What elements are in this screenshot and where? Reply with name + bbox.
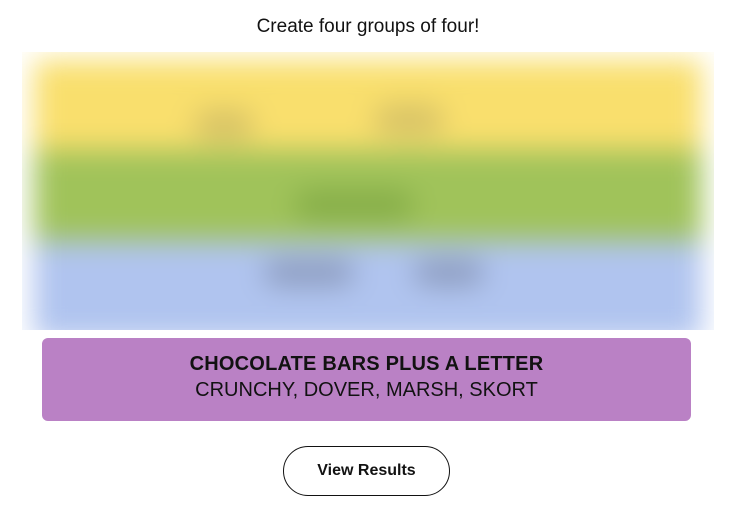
blurred-grid-content [34,60,702,330]
solved-group-purple: CHOCOLATE BARS PLUS A LETTER CRUNCHY, DO… [42,338,691,421]
blurred-row-blue [34,240,702,330]
blurred-tile-text [194,110,254,140]
solved-group-members: CRUNCHY, DOVER, MARSH, SKORT [195,379,538,401]
blurred-word-grid [22,52,714,330]
solved-group-title: CHOCOLATE BARS PLUS A LETTER [189,353,544,375]
blurred-row-yellow [34,60,702,150]
blurred-tile-text [264,260,354,285]
blurred-tile-text [294,190,414,220]
blurred-tile-text [374,105,444,135]
blurred-tile-text [414,260,484,285]
instructions-text: Create four groups of four! [256,16,480,37]
game-page: Create four groups of four! CHOCOLATE BA… [0,0,736,519]
view-results-button[interactable]: View Results [283,446,450,496]
